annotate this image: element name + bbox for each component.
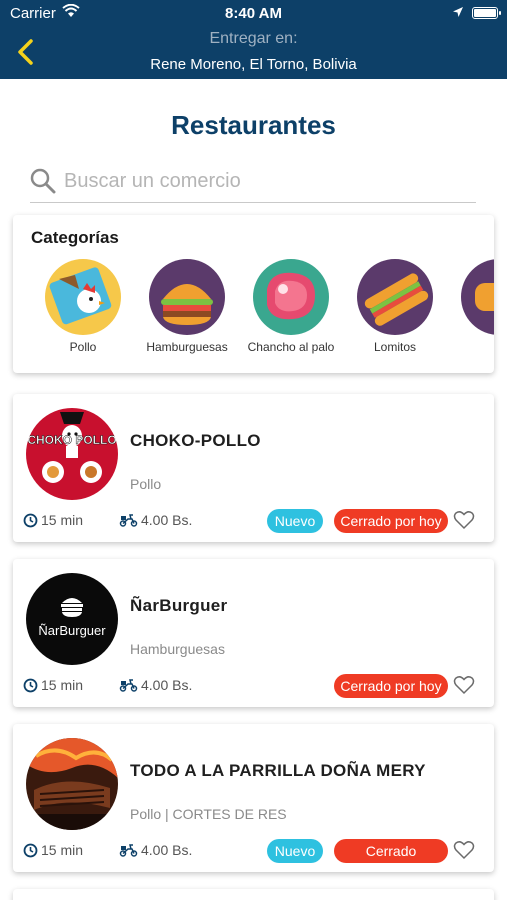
restaurant-name: TODO A LA PARRILLA DOÑA MERY bbox=[130, 761, 426, 780]
delivery-fee: 4.00 Bs. bbox=[119, 677, 192, 693]
delivery-time: 15 min bbox=[23, 842, 83, 858]
restaurant-name: CHOKO-POLLO bbox=[130, 431, 261, 450]
heart-icon[interactable] bbox=[453, 675, 475, 695]
delivery-address[interactable]: Rene Moreno, El Torno, Bolivia bbox=[0, 56, 507, 73]
delivery-time: 15 min bbox=[23, 677, 83, 693]
location-arrow-icon bbox=[453, 7, 463, 17]
category-label: Chancho al palo bbox=[247, 340, 335, 354]
restaurant-categories: Pollo bbox=[130, 476, 162, 492]
status-badge: Cerrado por hoy bbox=[334, 509, 448, 533]
logo-text: ÑarBurguer bbox=[38, 623, 106, 638]
category-lomitos[interactable]: Lomitos bbox=[343, 259, 447, 354]
status-badge: Cerrado por hoy bbox=[334, 674, 448, 698]
sandwich-icon bbox=[357, 259, 433, 335]
scooter-icon bbox=[119, 514, 138, 527]
clock-icon bbox=[23, 513, 38, 527]
status-bar: Carrier 8:40 AM bbox=[0, 0, 507, 26]
heart-icon[interactable] bbox=[453, 510, 475, 530]
restaurant-card[interactable]: TODO A LA PARRILLA DOÑA MERY Pollo | COR… bbox=[13, 724, 494, 872]
deliver-label: Entregar en: bbox=[209, 30, 298, 47]
categories-card: Categorías Pollo Hamburguesas Chancho al… bbox=[13, 215, 494, 373]
clock-icon bbox=[23, 843, 38, 857]
category-partial-icon bbox=[461, 259, 494, 335]
chicken-icon bbox=[45, 259, 121, 335]
logo-text: CHOKO POLLO bbox=[27, 433, 116, 447]
restaurant-categories: Hamburguesas bbox=[130, 641, 225, 657]
heart-icon[interactable] bbox=[453, 840, 475, 860]
page-title: Restaurantes bbox=[171, 110, 336, 140]
delivery-time: 15 min bbox=[23, 512, 83, 528]
burger-icon bbox=[149, 259, 225, 335]
categories-title: Categorías bbox=[31, 228, 119, 247]
battery-icon bbox=[472, 7, 501, 19]
category-label: Lomitos bbox=[373, 340, 417, 354]
category-hamburguesas[interactable]: Hamburguesas bbox=[135, 259, 239, 354]
restaurant-categories: Pollo | CORTES DE RES bbox=[130, 806, 287, 822]
category-label: Pollo bbox=[69, 340, 97, 354]
category-more[interactable] bbox=[447, 259, 494, 335]
delivery-fee: 4.00 Bs. bbox=[119, 512, 192, 528]
restaurant-logo bbox=[26, 738, 118, 830]
search-input[interactable] bbox=[64, 166, 464, 196]
restaurant-card[interactable]: CHOKO POLLO CHOKO-POLLO Pollo 15 min 4.0… bbox=[13, 394, 494, 542]
search-icon bbox=[30, 168, 56, 194]
category-chancho-al-palo[interactable]: Chancho al palo bbox=[239, 259, 343, 354]
restaurant-card-partial[interactable] bbox=[13, 889, 494, 900]
status-badge: Cerrado bbox=[334, 839, 448, 863]
clock: 8:40 AM bbox=[225, 5, 282, 22]
category-pollo[interactable]: Pollo bbox=[31, 259, 135, 354]
header-bar: Carrier 8:40 AM Entregar en: Rene Moreno… bbox=[0, 0, 507, 79]
restaurant-logo: CHOKO POLLO bbox=[26, 408, 118, 500]
restaurant-card[interactable]: ÑarBurguer ÑarBurguer Hamburguesas 15 mi… bbox=[13, 559, 494, 707]
scooter-icon bbox=[119, 679, 138, 692]
delivery-fee: 4.00 Bs. bbox=[119, 842, 192, 858]
restaurant-name: ÑarBurguer bbox=[130, 596, 228, 615]
new-badge: Nuevo bbox=[267, 839, 323, 863]
clock-icon bbox=[23, 678, 38, 692]
meat-icon bbox=[253, 259, 329, 335]
search-bar bbox=[30, 165, 476, 203]
restaurant-logo: ÑarBurguer bbox=[26, 573, 118, 665]
scooter-icon bbox=[119, 844, 138, 857]
new-badge: Nuevo bbox=[267, 509, 323, 533]
category-label: Hamburguesas bbox=[146, 340, 228, 354]
